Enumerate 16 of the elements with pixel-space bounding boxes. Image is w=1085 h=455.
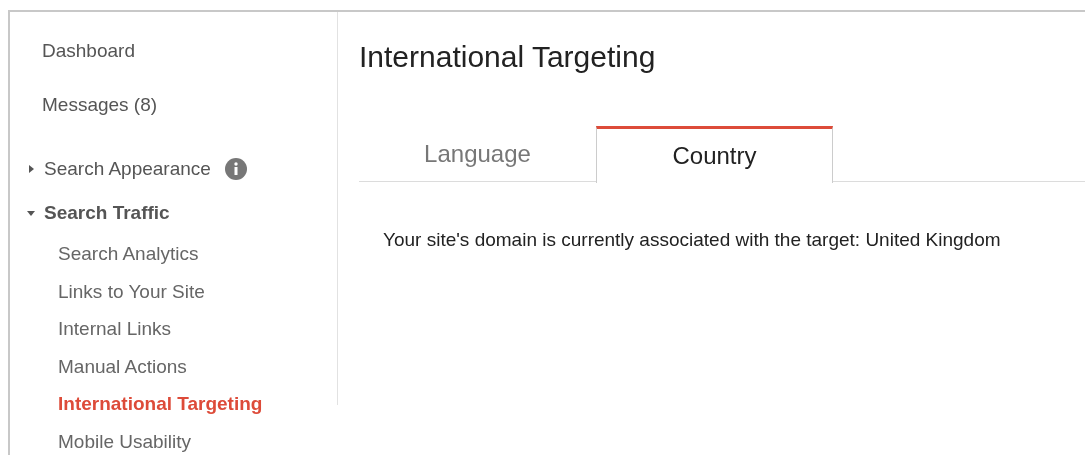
sidebar-group[interactable]: Search Appearance	[10, 147, 337, 191]
tab[interactable]: Country	[596, 126, 833, 183]
sidebar-item[interactable]: Dashboard	[10, 24, 337, 78]
sidebar-subitem[interactable]: International Targeting	[10, 385, 337, 423]
caret-icon	[26, 164, 36, 174]
page-title: International Targeting	[359, 40, 657, 74]
sidebar-group[interactable]: Search Traffic	[10, 191, 337, 235]
sidebar-subitem[interactable]: Internal Links	[10, 310, 337, 348]
sidebar-subitem[interactable]: Mobile Usability	[10, 422, 337, 455]
info-icon[interactable]	[224, 158, 247, 180]
sidebar-subitem[interactable]: Search Analytics	[10, 235, 337, 273]
caret-icon	[26, 208, 36, 218]
sidebar-item[interactable]: Messages (8)	[10, 78, 337, 132]
sidebar-subitem[interactable]: Links to Your Site	[10, 272, 337, 311]
sidebar-subitem[interactable]: Manual Actions	[10, 347, 337, 386]
target-message: Your site's domain is currently associated with the target: United Kingdom	[383, 229, 1002, 251]
